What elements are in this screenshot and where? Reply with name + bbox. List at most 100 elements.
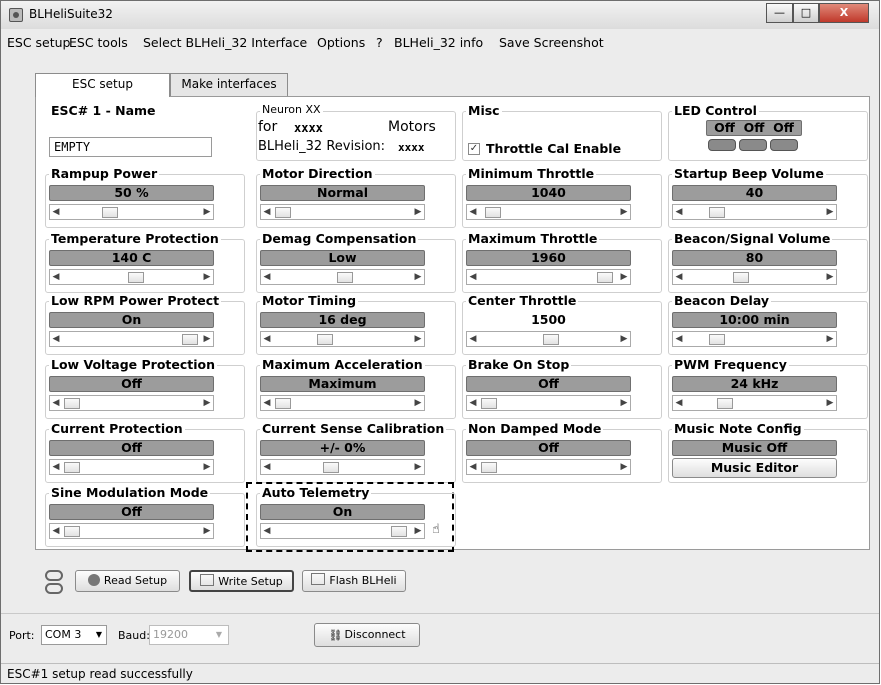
menu-blheli-info[interactable]: BLHeli_32 info: [394, 35, 483, 50]
startup-beep-value: 40: [672, 185, 837, 201]
current-protection-slider[interactable]: ◀ ▶: [49, 459, 214, 475]
menu-options[interactable]: Options: [317, 35, 365, 50]
beacon-volume-slider[interactable]: ◀ ▶: [672, 269, 837, 285]
startup-beep-slider[interactable]: ◀ ▶: [672, 204, 837, 220]
menu-save-screenshot[interactable]: Save Screenshot: [499, 35, 604, 50]
temperature-protection-group: Temperature Protection 140 C ◀ ▶: [45, 231, 245, 293]
temperature-title: Temperature Protection: [49, 231, 221, 246]
connection-indicator-bottom-icon: [45, 583, 63, 594]
cursor-icon: ☝: [432, 522, 440, 537]
brake-slider[interactable]: ◀ ▶: [466, 395, 631, 411]
neuron-group: Neuron XX for xxxx Motors BLHeli_32 Revi…: [256, 103, 456, 161]
flash-icon: [311, 573, 326, 585]
tab-make-interfaces[interactable]: Make interfaces: [170, 73, 288, 96]
current-protection-group: Current Protection Off ◀ ▶: [45, 421, 245, 483]
max-accel-title: Maximum Acceleration: [260, 357, 425, 372]
menu-esc-setup[interactable]: ESC setup: [7, 35, 71, 50]
esc-name-group: ESC# 1 - Name EMPTY: [45, 103, 245, 161]
current-sense-value: +/- 0%: [260, 440, 425, 456]
misc-group: Misc ✓ Throttle Cal Enable: [462, 103, 662, 161]
led-value: Off Off Off: [706, 120, 802, 136]
menu-select-interface[interactable]: Select BLHeli_32 Interface: [143, 35, 307, 50]
non-damped-slider[interactable]: ◀ ▶: [466, 459, 631, 475]
pwm-title: PWM Frequency: [672, 357, 789, 372]
current-sense-slider[interactable]: ◀ ▶: [260, 459, 425, 475]
beacon-volume-title: Beacon/Signal Volume: [672, 231, 833, 246]
sine-modulation-group: Sine Modulation Mode Off ◀ ▶: [45, 485, 245, 547]
demag-title: Demag Compensation: [260, 231, 419, 246]
low-voltage-title: Low Voltage Protection: [49, 357, 218, 372]
motor-direction-title: Motor Direction: [260, 166, 375, 181]
motor-timing-group: Motor Timing 16 deg ◀ ▶: [256, 293, 456, 355]
beacon-delay-value: 10:00 min: [672, 312, 837, 328]
beacon-delay-slider[interactable]: ◀ ▶: [672, 331, 837, 347]
rampup-power-group: Rampup Power 50 % ◀ ▶: [45, 166, 245, 228]
write-icon: [200, 574, 215, 586]
misc-title: Misc: [466, 103, 502, 118]
menu-esc-tools[interactable]: ESC tools: [69, 35, 128, 50]
demag-slider[interactable]: ◀ ▶: [260, 269, 425, 285]
status-bar: ESC#1 setup read successfully: [1, 663, 879, 684]
port-dropdown-icon: ▼: [95, 630, 102, 639]
disconnect-button[interactable]: ⛓ Disconnect: [314, 623, 420, 647]
port-label: Port:: [9, 629, 35, 642]
port-select[interactable]: COM 3 ▼: [41, 625, 107, 645]
motor-direction-group: Motor Direction Normal ◀ ▶: [256, 166, 456, 228]
led-control-group: LED Control Off Off Off: [668, 103, 868, 161]
pwm-frequency-group: PWM Frequency 24 kHz ◀ ▶: [668, 357, 868, 419]
led-3-toggle[interactable]: [770, 139, 798, 151]
sine-slider[interactable]: ◀ ▶: [49, 523, 214, 539]
tab-esc-setup[interactable]: ESC setup: [35, 73, 170, 97]
baud-value: 19200: [153, 628, 188, 641]
motor-timing-slider[interactable]: ◀ ▶: [260, 331, 425, 347]
neuron-title: Neuron XX: [260, 103, 323, 116]
rampup-title: Rampup Power: [49, 166, 160, 181]
beacon-volume-group: Beacon/Signal Volume 80 ◀ ▶: [668, 231, 868, 293]
auto-telemetry-slider[interactable]: ◀ ▶: [260, 523, 425, 539]
esc-name-label: ESC# 1 - Name: [51, 103, 156, 118]
center-throttle-slider[interactable]: ◀ ▶: [466, 331, 631, 347]
demag-value: Low: [260, 250, 425, 266]
minimize-button[interactable]: —: [766, 3, 793, 23]
read-setup-button[interactable]: Read Setup: [75, 570, 180, 592]
low-rpm-slider[interactable]: ◀ ▶: [49, 331, 214, 347]
disconnect-label: Disconnect: [344, 628, 406, 641]
sine-title: Sine Modulation Mode: [49, 485, 211, 500]
minimum-throttle-title: Minimum Throttle: [466, 166, 597, 181]
low-voltage-value: Off: [49, 376, 214, 392]
throttle-cal-checkbox[interactable]: ✓: [468, 143, 480, 155]
throttle-cal-label: Throttle Cal Enable: [486, 141, 622, 156]
connection-indicator-top-icon: [45, 570, 63, 581]
motor-direction-slider[interactable]: ◀ ▶: [260, 204, 425, 220]
neuron-motors-label: Motors: [388, 119, 436, 135]
pwm-slider[interactable]: ◀ ▶: [672, 395, 837, 411]
write-setup-button[interactable]: Write Setup: [189, 570, 294, 592]
led-1-toggle[interactable]: [708, 139, 736, 151]
low-voltage-protection-group: Low Voltage Protection Off ◀ ▶: [45, 357, 245, 419]
auto-telemetry-group: Auto Telemetry On ◀ ▶ ☝: [256, 485, 456, 547]
write-setup-label: Write Setup: [218, 575, 283, 588]
minimum-throttle-slider[interactable]: ◀ ▶: [466, 204, 631, 220]
low-rpm-protect-group: Low RPM Power Protect On ◀ ▶: [45, 293, 245, 355]
maximum-throttle-slider[interactable]: ◀ ▶: [466, 269, 631, 285]
maximize-button[interactable]: □: [793, 3, 819, 23]
neuron-for-value: xxxx: [294, 121, 323, 135]
auto-telemetry-title: Auto Telemetry: [260, 485, 372, 500]
rampup-slider[interactable]: ◀ ▶: [49, 204, 214, 220]
non-damped-group: Non Damped Mode Off ◀ ▶: [462, 421, 662, 483]
center-throttle-title: Center Throttle: [466, 293, 579, 308]
temperature-slider[interactable]: ◀ ▶: [49, 269, 214, 285]
music-editor-button[interactable]: Music Editor: [672, 458, 837, 478]
read-icon: [87, 574, 100, 586]
startup-beep-group: Startup Beep Volume 40 ◀ ▶: [668, 166, 868, 228]
menu-help[interactable]: ?: [376, 35, 383, 50]
esc-name-input[interactable]: EMPTY: [49, 137, 212, 157]
close-button[interactable]: X: [819, 3, 869, 23]
flash-blheli-button[interactable]: Flash BLHeli: [302, 570, 406, 592]
low-voltage-slider[interactable]: ◀ ▶: [49, 395, 214, 411]
max-accel-slider[interactable]: ◀ ▶: [260, 395, 425, 411]
baud-select[interactable]: 19200 ▼: [149, 625, 229, 645]
brake-on-stop-group: Brake On Stop Off ◀ ▶: [462, 357, 662, 419]
led-2-toggle[interactable]: [739, 139, 767, 151]
center-throttle-group: Center Throttle 1500 ◀ ▶: [462, 293, 662, 355]
